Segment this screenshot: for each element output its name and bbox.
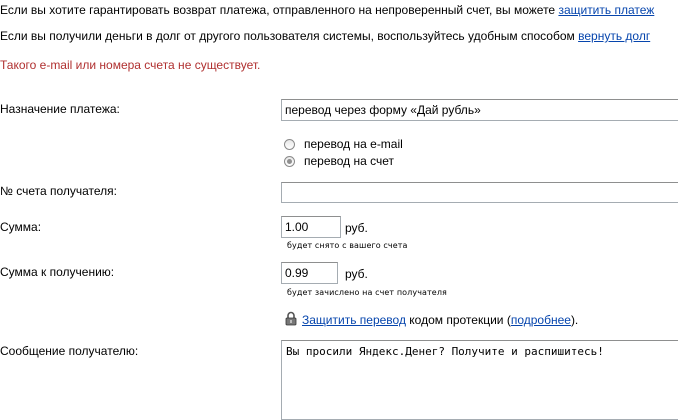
- amount-hint: будет снято с вашего счета: [287, 241, 408, 250]
- lock-icon: [285, 311, 297, 326]
- purpose-label: Назначение платежа:: [0, 102, 120, 116]
- purpose-input[interactable]: [281, 99, 678, 121]
- debt-notice: Если вы получили деньги в долг от другог…: [0, 29, 650, 43]
- more-info-link[interactable]: подробнее: [511, 313, 571, 327]
- radio-email[interactable]: [284, 139, 295, 150]
- radio-account-label: перевод на счет: [304, 154, 395, 168]
- debt-notice-text: Если вы получили деньги в долг от другог…: [0, 29, 579, 43]
- refund-notice: Если вы хотите гарантировать возврат пла…: [0, 3, 654, 17]
- receive-input[interactable]: [281, 262, 338, 284]
- protect-text-mid: кодом протекции (: [405, 313, 511, 327]
- protect-text-end: ).: [570, 313, 579, 327]
- error-message: Такого e-mail или номера счета не сущест…: [0, 58, 261, 72]
- return-debt-link[interactable]: вернуть долг: [578, 29, 650, 43]
- protect-payment-link[interactable]: защитить платеж: [558, 3, 654, 17]
- amount-input[interactable]: [281, 216, 341, 238]
- radio-email-label: перевод на e-mail: [304, 137, 403, 151]
- receive-hint: будет зачислено на счет получателя: [287, 288, 447, 297]
- account-input[interactable]: [281, 182, 678, 203]
- message-label: Сообщение получателю:: [0, 344, 139, 358]
- receive-unit: руб.: [345, 267, 368, 281]
- message-textarea[interactable]: Вы просили Яндекс.Денег? Получите и расп…: [281, 340, 678, 420]
- refund-notice-text: Если вы хотите гарантировать возврат пла…: [0, 3, 559, 17]
- receive-label: Сумма к получению:: [0, 265, 115, 279]
- amount-unit: руб.: [345, 221, 368, 235]
- protect-line: Защитить перевод кодом протекции (подроб…: [302, 313, 578, 327]
- protect-transfer-link[interactable]: Защитить перевод: [302, 313, 406, 327]
- amount-label: Сумма:: [0, 220, 42, 234]
- radio-account[interactable]: [284, 156, 295, 167]
- account-label: № счета получателя:: [0, 184, 118, 198]
